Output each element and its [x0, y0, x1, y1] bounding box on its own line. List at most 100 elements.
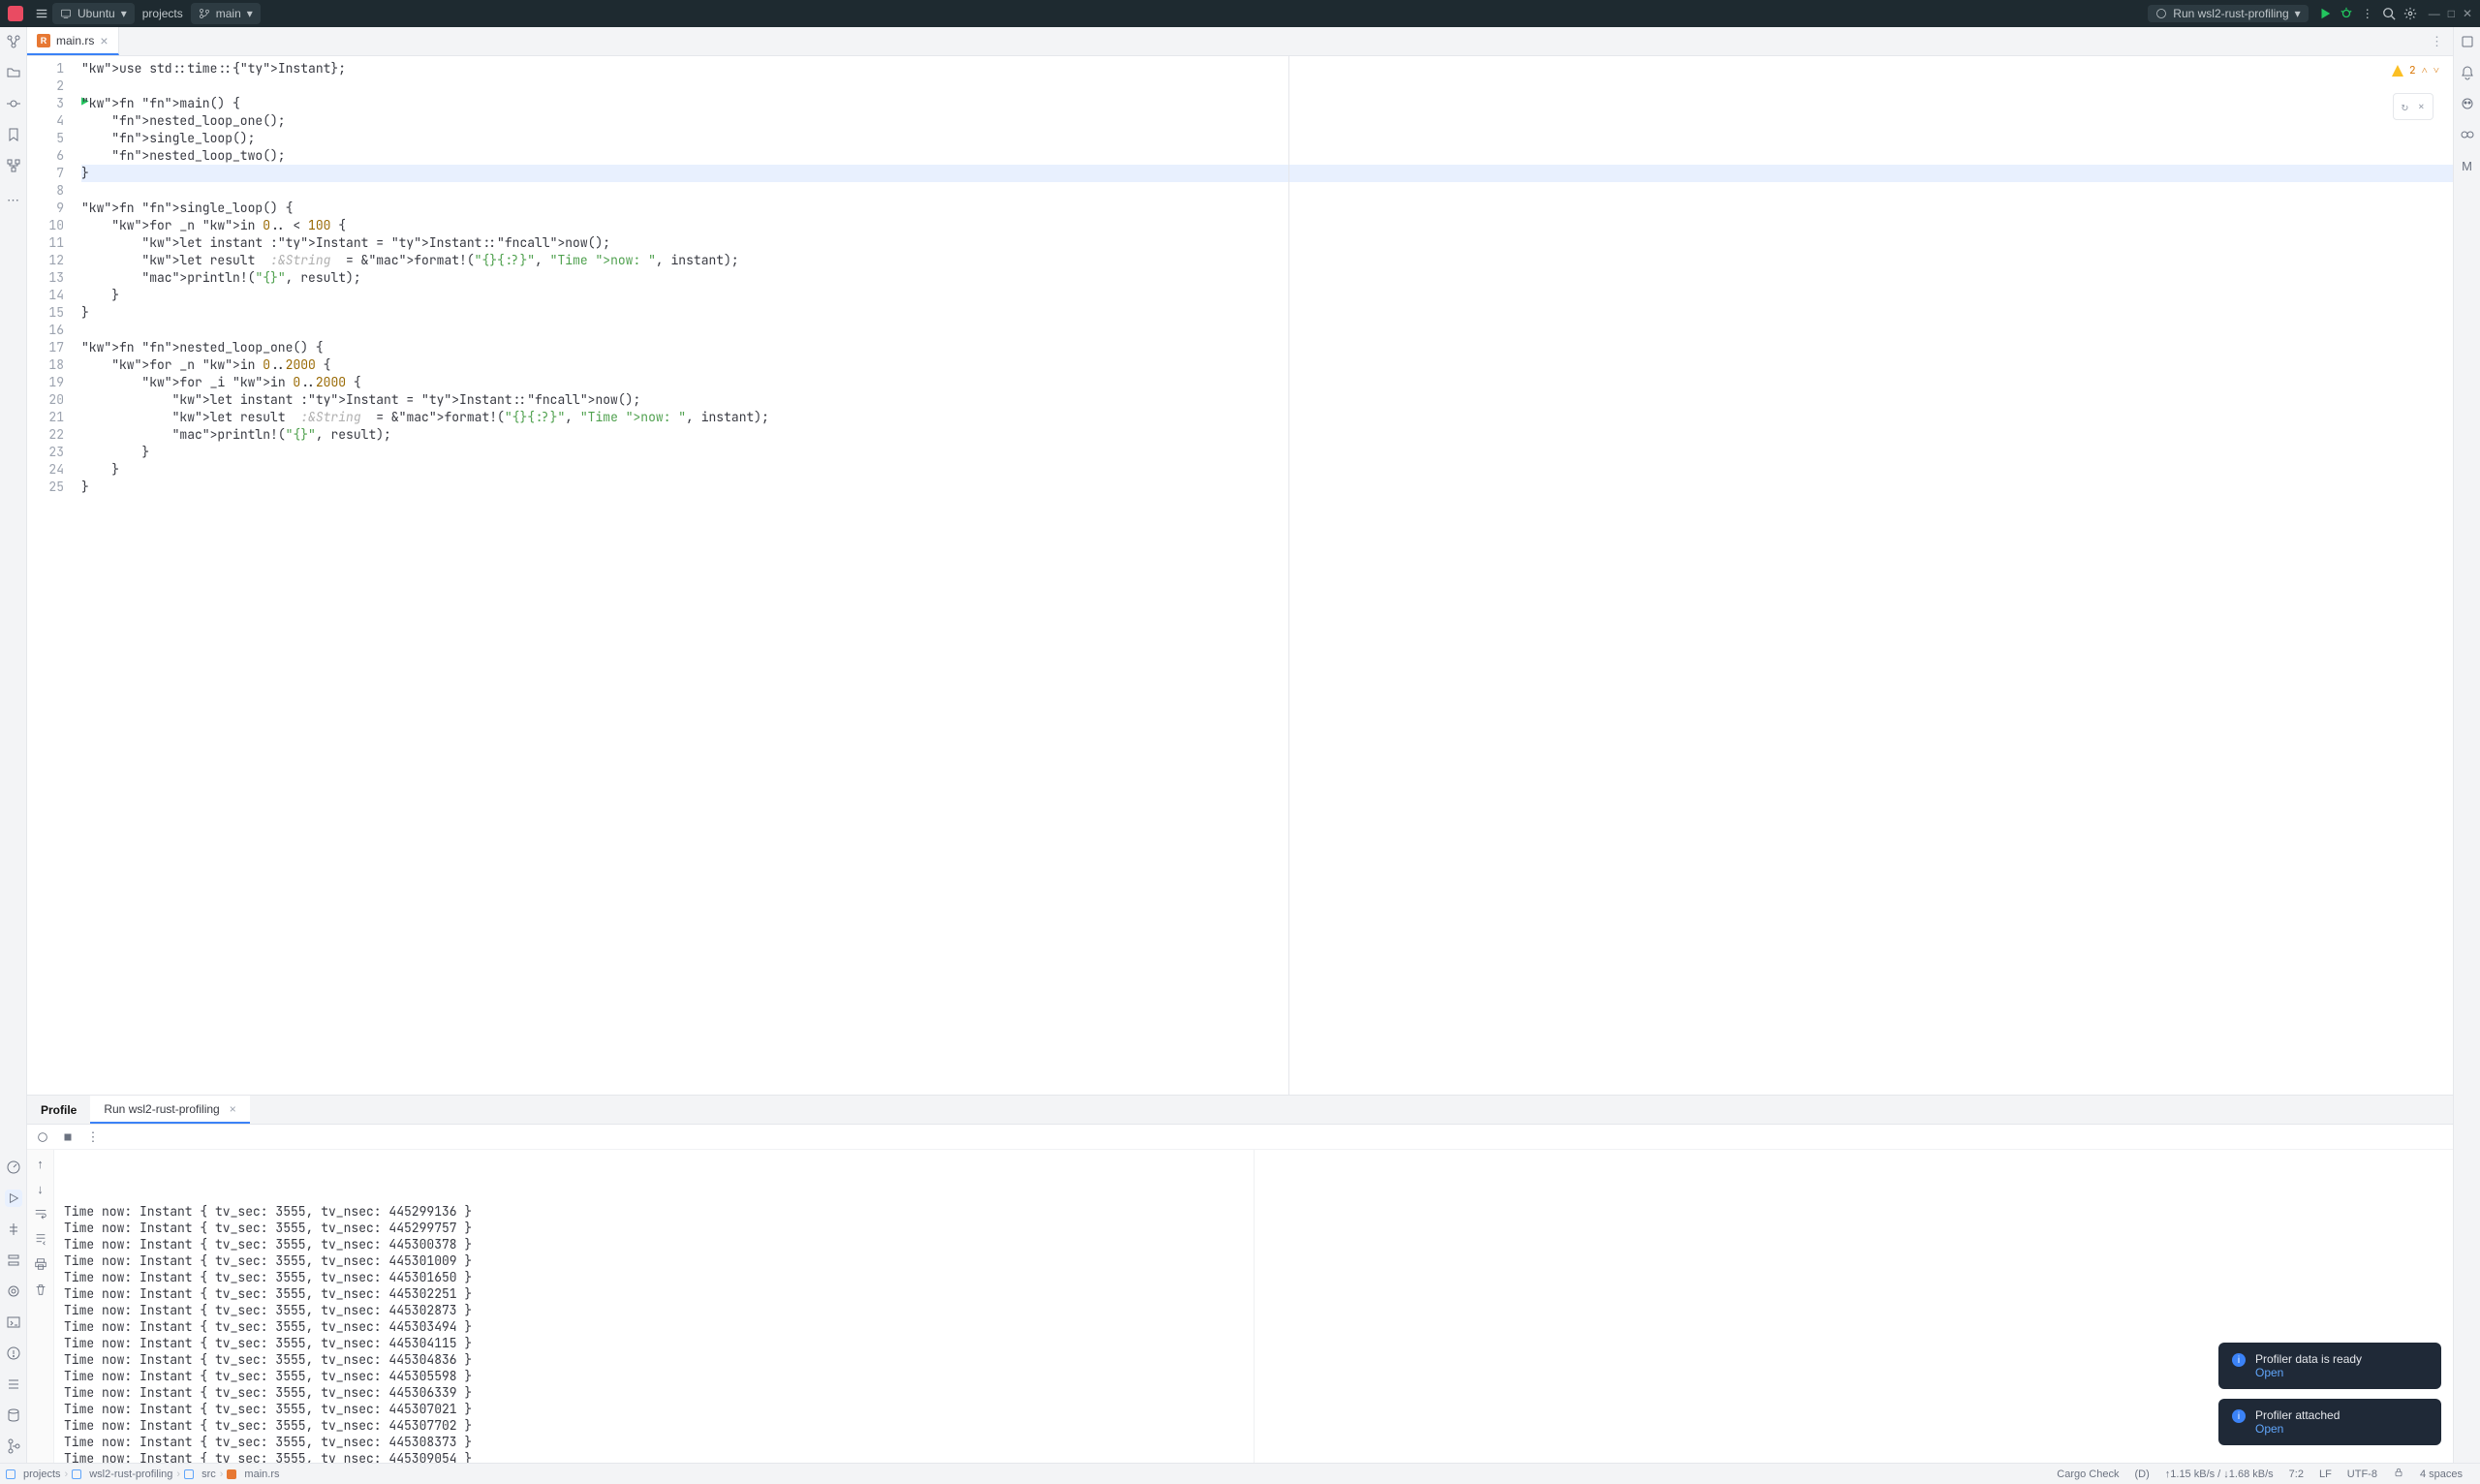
- more-tools-icon[interactable]: ⋯: [5, 192, 22, 209]
- status-d[interactable]: (D): [2126, 1469, 2156, 1480]
- project-crumb[interactable]: projects: [135, 3, 191, 24]
- run-tool-icon[interactable]: [5, 1190, 22, 1207]
- chevron-up-icon[interactable]: ˄: [2422, 62, 2428, 79]
- panel-tab-profile[interactable]: Profile: [27, 1096, 90, 1124]
- more-actions-button[interactable]: ⋮: [2361, 7, 2374, 20]
- toolbar-more-icon[interactable]: ⋮: [85, 1129, 101, 1145]
- warning-icon: [2392, 65, 2403, 77]
- folder-icon: [6, 1469, 16, 1479]
- profiler-tool-icon[interactable]: [5, 1159, 22, 1176]
- run-configuration-selector[interactable]: Run wsl2-rust-profiling ▾: [2148, 5, 2308, 22]
- wsl-target[interactable]: Ubuntu ▾: [52, 3, 135, 24]
- notification-stack: i Profiler data is ready Open i Profiler…: [2218, 1343, 2441, 1445]
- debug-button[interactable]: [2340, 7, 2353, 20]
- status-cargo[interactable]: Cargo Check: [2049, 1469, 2126, 1480]
- ai-assistant-icon[interactable]: [2459, 95, 2476, 112]
- status-encoding[interactable]: UTF-8: [2340, 1469, 2385, 1480]
- window-maximize[interactable]: □: [2448, 7, 2455, 20]
- breadcrumb[interactable]: projects › wsl2-rust-profiling › src › m…: [0, 1469, 285, 1480]
- makefile-icon[interactable]: M: [2459, 157, 2476, 174]
- stop-icon[interactable]: [60, 1129, 76, 1145]
- close-icon[interactable]: ×: [2418, 98, 2425, 115]
- editor-split-guide: [1288, 56, 1289, 1095]
- rust-file-icon: [227, 1469, 236, 1479]
- down-icon[interactable]: ↓: [33, 1181, 48, 1196]
- project-tool-icon[interactable]: [5, 33, 22, 50]
- code-content[interactable]: "kw">use std::time::{"ty">Instant}; "kw"…: [74, 56, 2453, 1095]
- left-tool-strip: ⋯: [0, 27, 27, 1463]
- status-line-sep[interactable]: LF: [2311, 1469, 2340, 1480]
- debug-tool-icon[interactable]: [5, 1221, 22, 1238]
- build-tool-icon[interactable]: [5, 1283, 22, 1300]
- inspection-widget[interactable]: 2 ˄ ˅: [2392, 62, 2439, 79]
- services-tool-icon[interactable]: [5, 1252, 22, 1269]
- refresh-icon[interactable]: ↻: [2402, 98, 2408, 115]
- up-icon[interactable]: ↑: [33, 1156, 48, 1171]
- status-bar: projects › wsl2-rust-profiling › src › m…: [0, 1463, 2480, 1484]
- chevron-down-icon[interactable]: ˅: [2434, 62, 2439, 79]
- console-output[interactable]: Time now: Instant { tv_sec: 3555, tv_nse…: [54, 1150, 2453, 1463]
- notification-profiler-ready[interactable]: i Profiler data is ready Open: [2218, 1343, 2441, 1389]
- notification-title: Profiler attached: [2255, 1408, 2340, 1422]
- status-network[interactable]: ↑1.15 kB/s / ↓1.68 kB/s: [2157, 1469, 2281, 1480]
- notification-profiler-attached[interactable]: i Profiler attached Open: [2218, 1399, 2441, 1445]
- code-editor[interactable]: 1234567891011121314151617181920212223242…: [27, 56, 2453, 1095]
- clear-icon[interactable]: [33, 1282, 48, 1297]
- search-button[interactable]: [2382, 7, 2396, 20]
- workspace: ⋯ R main.rs × ⋮ 123456789101112131415161…: [0, 27, 2480, 1463]
- info-icon: i: [2232, 1353, 2246, 1367]
- notifications-tool-icon[interactable]: [2459, 33, 2476, 50]
- notification-title: Profiler data is ready: [2255, 1352, 2362, 1366]
- todo-tool-icon[interactable]: [5, 1376, 22, 1393]
- rust-file-icon: R: [37, 34, 50, 47]
- soft-wrap-icon[interactable]: [33, 1206, 48, 1221]
- wsl-target-label: Ubuntu: [78, 7, 115, 20]
- bookmarks-tool-icon[interactable]: [5, 126, 22, 143]
- folder-icon: [72, 1469, 81, 1479]
- database-tool-icon[interactable]: [5, 1407, 22, 1424]
- window-minimize[interactable]: —: [2429, 7, 2440, 20]
- panel-tabs: Profile Run wsl2-rust-profiling ×: [27, 1096, 2453, 1125]
- bell-icon[interactable]: [2459, 64, 2476, 81]
- notification-action-link[interactable]: Open: [2255, 1366, 2283, 1379]
- window-close[interactable]: ✕: [2463, 7, 2472, 20]
- chevron-down-icon: ▾: [121, 7, 127, 20]
- chevron-down-icon: ▾: [247, 7, 253, 20]
- run-button[interactable]: [2318, 7, 2332, 20]
- panel-toolbar: ⋮: [27, 1125, 2453, 1150]
- inline-action-hints[interactable]: ↻ ×: [2393, 93, 2434, 120]
- vcs-branch[interactable]: main ▾: [191, 3, 261, 24]
- scroll-to-end-icon[interactable]: [33, 1231, 48, 1247]
- vcs-tool-icon[interactable]: [5, 1438, 22, 1455]
- editor-tabs: R main.rs × ⋮: [27, 27, 2453, 56]
- tab-list-button[interactable]: ⋮: [2421, 27, 2453, 55]
- folder-tool-icon[interactable]: [5, 64, 22, 81]
- notification-action-link[interactable]: Open: [2255, 1422, 2283, 1436]
- status-indent[interactable]: 4 spaces: [2412, 1469, 2470, 1480]
- problems-tool-icon[interactable]: [5, 1345, 22, 1362]
- status-cursor-pos[interactable]: 7:2: [2281, 1469, 2311, 1480]
- copilot-icon[interactable]: [2459, 126, 2476, 143]
- tool-window-panel: Profile Run wsl2-rust-profiling × ⋮ ↑ ↓: [27, 1095, 2453, 1463]
- tab-filename: main.rs: [56, 34, 94, 47]
- folder-icon: [184, 1469, 194, 1479]
- app-logo: [8, 6, 23, 21]
- titlebar: Ubuntu ▾ projects main ▾ Run wsl2-rust-p…: [0, 0, 2480, 27]
- close-tab-icon[interactable]: ×: [100, 33, 108, 48]
- status-readonly-icon[interactable]: [2385, 1467, 2412, 1481]
- main-menu-button[interactable]: [35, 7, 48, 20]
- rerun-icon[interactable]: [35, 1129, 50, 1145]
- close-tab-icon[interactable]: ×: [230, 1102, 236, 1116]
- print-icon[interactable]: [33, 1256, 48, 1272]
- panel-tab-run[interactable]: Run wsl2-rust-profiling ×: [90, 1096, 249, 1124]
- editor-area: R main.rs × ⋮ 12345678910111213141516171…: [27, 27, 2453, 1463]
- chevron-down-icon: ▾: [2295, 7, 2301, 20]
- commit-tool-icon[interactable]: [5, 95, 22, 112]
- settings-button[interactable]: [2403, 7, 2417, 20]
- right-tool-strip: M: [2453, 27, 2480, 1463]
- terminal-tool-icon[interactable]: [5, 1314, 22, 1331]
- structure-tool-icon[interactable]: [5, 157, 22, 174]
- console-split-guide: [1254, 1150, 1255, 1463]
- panel-body: ↑ ↓ Time now: Instant { tv_sec: 3555, tv…: [27, 1150, 2453, 1463]
- editor-tab-main-rs[interactable]: R main.rs ×: [27, 27, 119, 55]
